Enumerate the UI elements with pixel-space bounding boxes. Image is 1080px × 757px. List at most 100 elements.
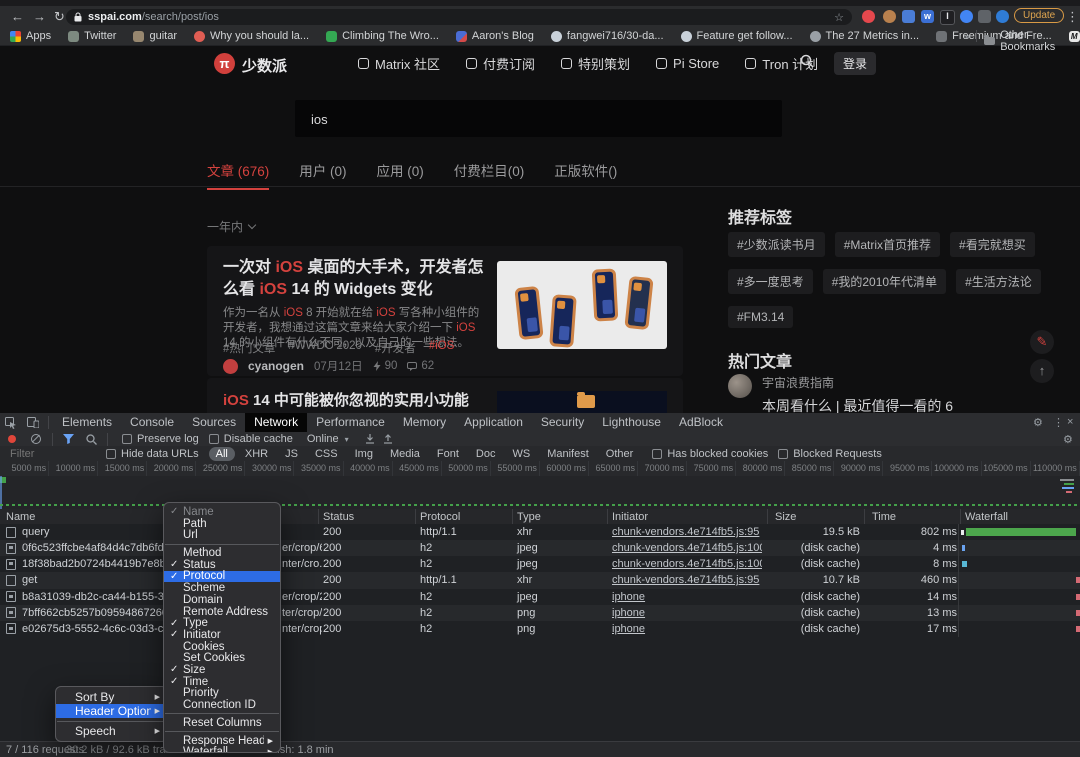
- column-option-item[interactable]: ✓ Status ▶: [164, 559, 280, 571]
- clear-icon[interactable]: [31, 434, 41, 444]
- tag-pill[interactable]: #FM3.14: [728, 306, 793, 328]
- write-article-fab[interactable]: ✎: [1030, 330, 1054, 354]
- column-option-item[interactable]: ✓ ▶: [165, 544, 279, 545]
- article-tag[interactable]: #热门文章: [223, 340, 275, 356]
- request-type-filter[interactable]: All: [209, 447, 235, 461]
- nav-item[interactable]: Matrix 社区: [358, 54, 440, 73]
- tag-pill[interactable]: #少数派读书月: [728, 232, 825, 257]
- tag-pill[interactable]: #多一度思考: [728, 269, 813, 294]
- bookmark-item[interactable]: Climbing The Wro...: [326, 30, 439, 42]
- context-menu-item[interactable]: ✓ Sort By ▶: [56, 690, 167, 704]
- request-type-filter[interactable]: Media: [383, 448, 427, 460]
- column-header-status[interactable]: Status: [323, 510, 354, 524]
- extension-icon-i[interactable]: I: [940, 10, 955, 25]
- nav-item[interactable]: Pi Store: [656, 56, 719, 71]
- blocked-requests-checkbox[interactable]: [778, 449, 788, 459]
- bookmark-item[interactable]: Twitter: [68, 30, 116, 42]
- request-type-filter[interactable]: JS: [278, 448, 305, 460]
- context-menu-item[interactable]: ✓ Speech ▶: [56, 724, 167, 738]
- disable-cache-checkbox[interactable]: [209, 434, 219, 444]
- request-row[interactable]: 7bff662cb5257b09594867260cf5b7fd.png?im.…: [0, 605, 1080, 621]
- bookmark-item[interactable]: fangwei716/30-da...: [551, 30, 664, 42]
- bookmark-item[interactable]: The 27 Metrics in...: [810, 30, 920, 42]
- has-blocked-cookies-checkbox[interactable]: [652, 449, 662, 459]
- column-option-item[interactable]: ✓ ▶: [165, 713, 279, 714]
- column-option-item[interactable]: ✓ Initiator ▶: [164, 629, 280, 641]
- network-filter-input[interactable]: [8, 447, 92, 461]
- hot-article-item[interactable]: 宇宙浪费指南 本周看什么 | 最近值得一看的 6: [728, 374, 953, 416]
- request-type-filter[interactable]: Manifest: [540, 448, 596, 460]
- bookmark-item[interactable]: Why you should la...: [194, 30, 309, 42]
- tag-pill[interactable]: #Matrix首页推荐: [835, 232, 940, 257]
- filter-funnel-icon[interactable]: [63, 434, 74, 444]
- request-row[interactable]: e02675d3-5552-4c6c-03d3-c899b18117b0.pr.…: [0, 621, 1080, 637]
- bookmark-item[interactable]: Aaron's Blog: [456, 30, 534, 42]
- column-option-item[interactable]: ✓ Set Cookies ▶: [164, 652, 280, 664]
- extension-icon-2[interactable]: [883, 10, 896, 23]
- request-row[interactable]: get 200 http/1.1 xhr chunk-vendors.4e714…: [0, 572, 1080, 588]
- article-tag[interactable]: #WWDC 2020: [288, 340, 362, 356]
- request-row[interactable]: 18f38bad2b0724b4419b7e8bae24bd6e.jpg?in.…: [0, 556, 1080, 572]
- column-option-item[interactable]: ✓ Name ▶: [164, 506, 280, 518]
- tag-pill[interactable]: #我的2010年代清单: [823, 269, 946, 294]
- column-option-item[interactable]: ✓ Waterfall ▶: [164, 747, 280, 753]
- export-har-icon[interactable]: [383, 434, 393, 444]
- comment-count[interactable]: 62: [407, 360, 434, 372]
- devtools-tab[interactable]: Sources: [183, 413, 245, 432]
- bookmark-item[interactable]: Feature get follow...: [681, 30, 793, 42]
- devtools-tab[interactable]: Lighthouse: [593, 413, 670, 432]
- devtools-tab[interactable]: AdBlock: [670, 413, 732, 432]
- search-icon[interactable]: [86, 434, 97, 445]
- other-bookmarks[interactable]: Other Bookmarks: [984, 29, 1080, 53]
- request-type-filter[interactable]: Doc: [469, 448, 503, 460]
- article-title[interactable]: 一次对 iOS 桌面的大手术，开发者怎么看 iOS 14 的 Widgets 变…: [223, 257, 489, 301]
- request-row[interactable]: 0f6c523ffcbe4af84d4c7db6fdf51c09.jpg?ima…: [0, 540, 1080, 556]
- tag-pill[interactable]: #生活方法论: [956, 269, 1041, 294]
- request-type-filter[interactable]: Img: [348, 448, 380, 460]
- column-option-item[interactable]: ✓ Domain ▶: [164, 594, 280, 606]
- column-option-item[interactable]: ✓ Path ▶: [164, 518, 280, 530]
- column-option-item[interactable]: ✓ Type ▶: [164, 617, 280, 629]
- network-overview[interactable]: [0, 476, 1080, 510]
- reload-button[interactable]: ↻: [54, 6, 65, 27]
- devtools-close-icon[interactable]: ×: [1062, 416, 1078, 428]
- column-header-waterfall[interactable]: Waterfall: [965, 510, 1008, 524]
- throttling-select[interactable]: Online: [307, 433, 339, 445]
- article-tag[interactable]: #iOS: [429, 340, 455, 356]
- extensions-puzzle-icon[interactable]: [978, 10, 991, 23]
- forward-button[interactable]: →: [33, 6, 46, 27]
- tag-pill[interactable]: #看完就想买: [950, 232, 1035, 257]
- initiator-link[interactable]: chunk-vendors.4e714fb5.js:100: [612, 542, 762, 554]
- initiator-link[interactable]: iphone: [612, 591, 645, 603]
- column-option-item[interactable]: ✓ Method ▶: [164, 547, 280, 559]
- context-menu-item[interactable]: ✓ Header Options ▶: [56, 704, 167, 718]
- record-icon[interactable]: [8, 435, 16, 443]
- back-button[interactable]: ←: [11, 6, 24, 27]
- request-type-filter[interactable]: Font: [430, 448, 466, 460]
- bookmark-star-icon[interactable]: ☆: [834, 11, 844, 24]
- article-title-2[interactable]: iOS 14 中可能被你忽视的实用小功能: [223, 389, 469, 410]
- column-header-initiator[interactable]: Initiator: [612, 510, 648, 524]
- request-type-filter[interactable]: Other: [599, 448, 641, 460]
- devtools-tab[interactable]: Memory: [394, 413, 455, 432]
- header-search-icon[interactable]: [800, 54, 814, 68]
- initiator-link[interactable]: chunk-vendors.4e714fb5.js:95: [612, 574, 759, 586]
- initiator-link[interactable]: chunk-vendors.4e714fb5.js:100: [612, 558, 762, 570]
- author-avatar[interactable]: [223, 359, 238, 374]
- column-option-item[interactable]: ✓ Cookies ▶: [164, 641, 280, 653]
- column-header-time[interactable]: Time: [872, 510, 896, 524]
- nav-item[interactable]: 特别策划: [561, 54, 630, 73]
- devtools-tab[interactable]: Application: [455, 413, 532, 432]
- bookmarks-overflow-chevron[interactable]: »: [964, 31, 970, 43]
- devtools-tab[interactable]: Performance: [307, 413, 394, 432]
- login-button[interactable]: 登录: [834, 52, 876, 75]
- article-card-2[interactable]: iOS 14 中可能被你忽视的实用小功能: [207, 378, 683, 413]
- column-option-item[interactable]: ✓ Size ▶: [164, 664, 280, 676]
- device-toolbar-icon[interactable]: [22, 417, 44, 428]
- site-search-box[interactable]: [295, 100, 782, 137]
- request-type-filter[interactable]: CSS: [308, 448, 345, 460]
- devtools-settings-icon[interactable]: ⚙: [1028, 416, 1048, 429]
- initiator-link[interactable]: chunk-vendors.4e714fb5.js:95: [612, 526, 759, 538]
- request-type-filter[interactable]: XHR: [238, 448, 275, 460]
- site-search-input[interactable]: [309, 100, 753, 139]
